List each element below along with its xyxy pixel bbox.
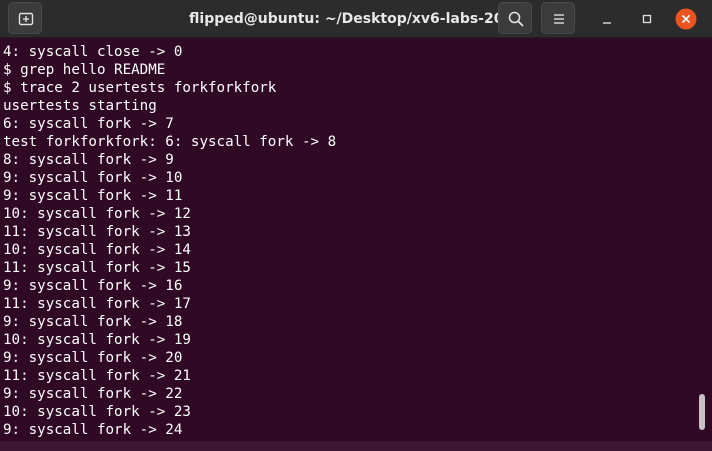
close-icon [675, 8, 697, 30]
terminal-line: 9: syscall fork -> 20 [3, 350, 183, 366]
terminal-line: $ grep hello README [3, 62, 166, 78]
terminal-line: 11: syscall fork -> 15 [3, 260, 191, 276]
minimize-icon [603, 22, 611, 24]
terminal-line: usertests starting [3, 98, 157, 114]
terminal-line: 9: syscall fork -> 24 [3, 422, 183, 438]
terminal-line: 10: syscall fork -> 23 [3, 404, 191, 420]
terminal-line: 4: syscall close -> 0 [3, 44, 183, 60]
terminal-line: 9: syscall fork -> 18 [3, 314, 183, 330]
terminal-line: 6: syscall fork -> 7 [3, 116, 174, 132]
terminal-line: 11: syscall fork -> 17 [3, 296, 191, 312]
desktop-background-strip [0, 441, 712, 451]
maximize-icon [642, 14, 652, 24]
terminal-line: 11: syscall fork -> 13 [3, 224, 191, 240]
title-bar: flipped@ubuntu: ~/Desktop/xv6-labs-2021 [0, 0, 712, 38]
hamburger-menu-icon [554, 14, 564, 24]
terminal-output-area[interactable]: 4: syscall close -> 0 $ grep hello README… [0, 38, 712, 451]
terminal-line: 9: syscall fork -> 22 [3, 386, 183, 402]
minimize-button[interactable] [595, 7, 619, 31]
terminal-line: test forkforkfork: 6: syscall fork -> 8 [3, 134, 337, 150]
terminal-line: 9: syscall fork -> 16 [3, 278, 183, 294]
terminal-lines: 4: syscall close -> 0 $ grep hello README… [3, 43, 336, 439]
new-tab-button[interactable] [8, 2, 42, 34]
close-button[interactable] [674, 7, 698, 31]
search-icon [508, 11, 524, 27]
scrollbar-thumb[interactable] [699, 394, 705, 430]
terminal-line: 8: syscall fork -> 9 [3, 152, 174, 168]
terminal-line: 10: syscall fork -> 14 [3, 242, 191, 258]
terminal-line: 11: syscall fork -> 21 [3, 368, 191, 384]
terminal-line: $ trace 2 usertests forkforkfork [3, 80, 277, 96]
menu-button[interactable] [541, 2, 575, 34]
terminal-window: flipped@ubuntu: ~/Desktop/xv6-labs-2021 [0, 0, 712, 451]
terminal-line: 10: syscall fork -> 12 [3, 206, 191, 222]
new-tab-icon [18, 12, 34, 26]
maximize-button[interactable] [635, 7, 659, 31]
search-button[interactable] [498, 2, 532, 34]
terminal-line: 9: syscall fork -> 11 [3, 188, 183, 204]
terminal-line: 10: syscall fork -> 19 [3, 332, 191, 348]
terminal-line: 9: syscall fork -> 10 [3, 170, 183, 186]
